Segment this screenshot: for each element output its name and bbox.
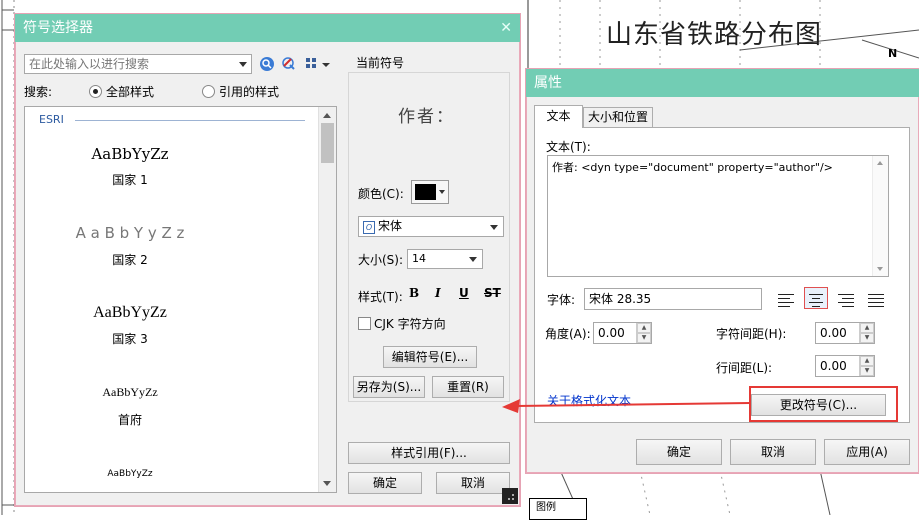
font-field[interactable]: 宋体 28.35	[584, 288, 762, 310]
angle-input[interactable]: 0.00 ▲ ▼	[593, 322, 652, 344]
symbol-name-country1: 国家 1	[112, 173, 148, 187]
symbol-gallery[interactable]: ESRI AaBbYyZz 国家 1 A a B b Y y Z z 国家 2 …	[24, 106, 337, 493]
cancel-button[interactable]: 取消	[730, 439, 816, 465]
annotation-arrow-icon	[502, 399, 751, 413]
color-label: 颜色(C):	[358, 187, 404, 201]
ok-button[interactable]: 确定	[636, 439, 722, 465]
char-spacing-label: 字符间距(H):	[716, 327, 787, 341]
properties-title: 属性	[534, 75, 562, 91]
line-spacing-input[interactable]: 0.00 ▲ ▼	[815, 355, 875, 377]
symbol-selector-dialog: 符号选择器 ✕ 在此处输入以进行搜索 搜索: 全部样式 引用的样式 ESRI A…	[14, 13, 521, 507]
line-spacing-label: 行间距(L):	[716, 361, 773, 375]
radio-unselected-indicator	[202, 85, 215, 98]
legend-label: 图例	[529, 498, 587, 520]
north-arrow-icon: N	[888, 47, 898, 60]
radio-selected-indicator	[89, 85, 102, 98]
align-center-icon[interactable]	[804, 287, 828, 309]
chevron-down-icon	[439, 190, 445, 194]
symbol-name-country3: 国家 3	[112, 332, 148, 346]
chevron-down-icon	[490, 225, 498, 230]
gallery-scrollbar[interactable]	[318, 107, 336, 492]
style-label: 样式(T):	[358, 290, 403, 304]
align-right-icon[interactable]	[834, 288, 858, 310]
font-select[interactable]: O 宋体	[358, 216, 504, 237]
cjk-direction-checkbox[interactable]: CJK 字符方向	[358, 315, 446, 332]
symbol-sample-country2[interactable]: A a B b Y y Z z	[25, 224, 245, 242]
tab-size-position[interactable]: 大小和位置	[583, 107, 653, 128]
style-references-button[interactable]: 样式引用(F)...	[348, 442, 510, 464]
color-swatch	[415, 184, 436, 200]
scrollbar-thumb[interactable]	[321, 123, 334, 163]
resize-grip-icon[interactable]	[502, 488, 518, 504]
text-content-value: 作者: <dyn type="document" property="autho…	[552, 161, 833, 174]
cancel-button[interactable]: 取消	[436, 472, 510, 494]
scroll-down-icon[interactable]	[323, 481, 331, 486]
group-divider	[75, 120, 305, 121]
search-scope-label: 搜索:	[24, 85, 53, 99]
symbol-name-capital: 首府	[117, 413, 142, 427]
properties-titlebar[interactable]: 属性	[526, 69, 919, 97]
highlight-box	[749, 386, 898, 422]
font-label: 字体:	[547, 293, 576, 307]
symbol-selector-titlebar[interactable]: 符号选择器 ✕	[15, 14, 520, 42]
apply-button[interactable]: 应用(A)	[824, 439, 910, 465]
size-label: 大小(S):	[358, 253, 404, 267]
angle-spinner[interactable]: ▲ ▼	[636, 323, 651, 343]
symbol-sample-country1[interactable]: AaBbYyZz	[25, 145, 245, 163]
line-spacing-spinner[interactable]: ▲ ▼	[859, 356, 874, 376]
symbol-preview: 作者：	[398, 107, 455, 127]
scroll-down-icon[interactable]	[877, 267, 883, 271]
strikethrough-button[interactable]: ST	[484, 286, 501, 300]
font-type-icon: O	[363, 221, 375, 234]
symbol-sample-capital[interactable]: AaBbYyZz	[25, 385, 245, 400]
bold-button[interactable]: B	[409, 286, 419, 300]
char-spacing-spinner[interactable]: ▲ ▼	[859, 323, 874, 343]
view-options-icon[interactable]	[305, 56, 331, 72]
text-content-area[interactable]: 作者: <dyn type="document" property="autho…	[547, 155, 889, 277]
scroll-up-icon[interactable]	[877, 161, 883, 165]
reset-button[interactable]: 重置(R)	[432, 376, 504, 398]
char-spacing-input[interactable]: 0.00 ▲ ▼	[815, 322, 875, 344]
edit-symbol-button[interactable]: 编辑符号(E)...	[383, 346, 477, 368]
map-title: 山东省铁路分布图	[606, 20, 823, 50]
symbol-sample-5[interactable]: AaBbYyZz	[25, 469, 245, 479]
chevron-down-icon[interactable]	[239, 62, 247, 67]
search-icon[interactable]	[259, 56, 275, 72]
radio-referenced-styles[interactable]: 引用的样式	[202, 83, 279, 100]
color-picker-button[interactable]	[411, 180, 449, 204]
align-left-icon[interactable]	[774, 288, 798, 310]
clear-search-icon[interactable]	[281, 56, 297, 72]
search-input[interactable]: 在此处输入以进行搜索	[24, 54, 252, 74]
scroll-up-icon[interactable]	[323, 113, 331, 118]
chevron-down-icon	[469, 257, 477, 262]
radio-all-styles[interactable]: 全部样式	[89, 83, 154, 100]
symbol-name-country2: 国家 2	[112, 253, 148, 267]
checkbox-box	[358, 317, 371, 330]
gallery-group-header: ESRI	[39, 113, 64, 126]
text-area-scrollbar[interactable]	[872, 156, 888, 276]
align-justify-icon[interactable]	[864, 288, 888, 310]
size-select[interactable]: 14	[407, 249, 483, 269]
current-symbol-label: 当前符号	[356, 56, 405, 70]
symbol-selector-title: 符号选择器	[23, 20, 93, 36]
save-as-button[interactable]: 另存为(S)...	[353, 376, 425, 398]
text-label: 文本(T):	[546, 140, 591, 154]
angle-label: 角度(A):	[545, 327, 591, 341]
underline-button[interactable]: U	[459, 286, 469, 300]
tab-text[interactable]: 文本	[534, 105, 583, 128]
italic-button[interactable]: I	[435, 286, 441, 300]
close-icon[interactable]: ✕	[500, 14, 512, 42]
symbol-sample-country3[interactable]: AaBbYyZz	[25, 304, 245, 322]
ok-button[interactable]: 确定	[348, 472, 422, 494]
